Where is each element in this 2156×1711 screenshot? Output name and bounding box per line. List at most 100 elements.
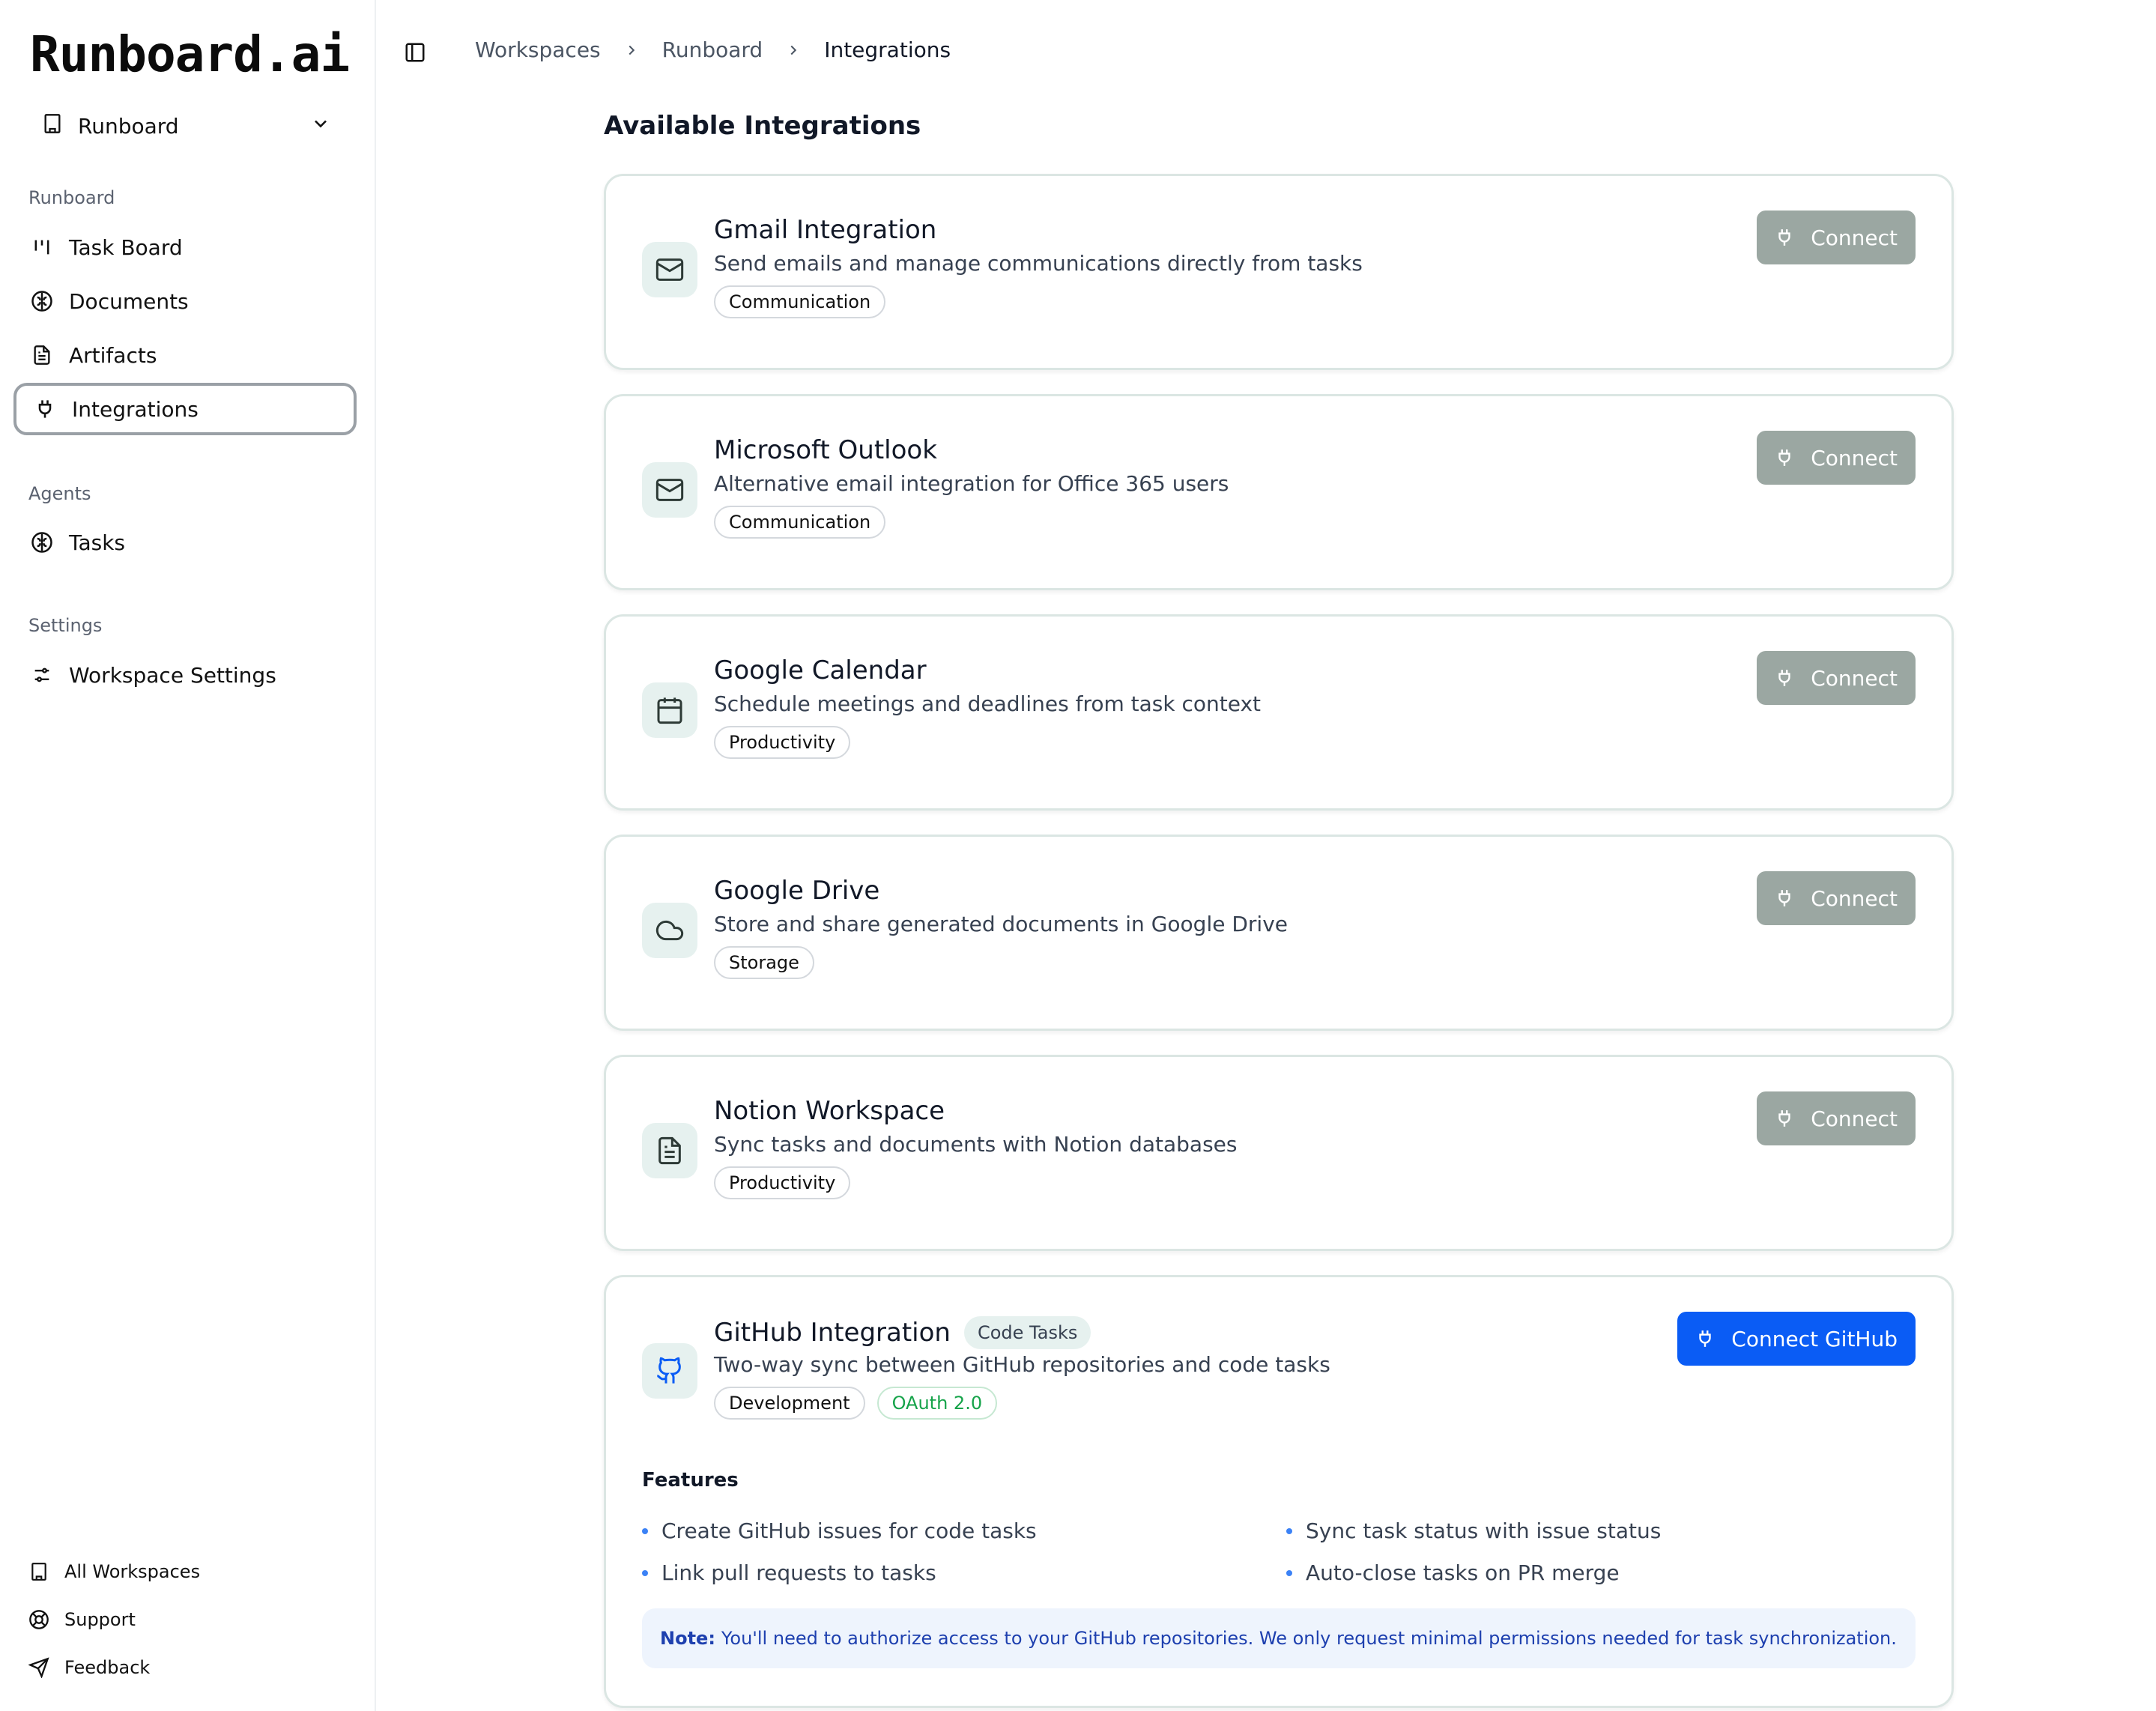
connect-button[interactable]: Connect (1757, 431, 1916, 485)
feature-item: Create GitHub issues for code tasks (642, 1518, 1037, 1543)
connect-button[interactable]: Connect (1757, 211, 1916, 264)
connect-button-label: Connect (1811, 885, 1898, 911)
integration-card-github: GitHub Integration Code Tasks Two-way sy… (604, 1275, 1954, 1708)
calendar-icon (642, 682, 697, 738)
sidebar-item-task-board[interactable]: Task Board (13, 221, 357, 273)
bullet-icon (1286, 1569, 1292, 1576)
breadcrumb: Workspaces Runboard Integrations (475, 37, 951, 62)
workspace-selector[interactable]: Runboard (27, 103, 339, 148)
integration-card-outlook: Microsoft Outlook Alternative email inte… (604, 394, 1954, 590)
section-label-settings: Settings (28, 615, 103, 636)
note-label: Note: (660, 1628, 715, 1649)
category-tag: Development (714, 1387, 865, 1420)
category-tag: Productivity (714, 726, 851, 759)
sidebar-item-workspace-settings[interactable]: Workspace Settings (13, 649, 357, 701)
kanban-icon (30, 235, 54, 259)
integration-title: Notion Workspace (714, 1096, 945, 1126)
category-tag: Productivity (714, 1166, 851, 1199)
footer-feedback[interactable]: Feedback (27, 1649, 150, 1686)
feature-text: Sync task status with issue status (1306, 1518, 1662, 1543)
sidebar-item-tasks[interactable]: Tasks (13, 516, 357, 569)
sidebar-toggle-button[interactable] (402, 39, 429, 66)
page-title: Available Integrations (604, 111, 921, 141)
connect-button[interactable]: Connect (1757, 871, 1916, 925)
connect-button[interactable]: Connect (1757, 651, 1916, 705)
footer-item-label: Support (64, 1609, 136, 1630)
authorization-note: Note: You'll need to authorize access to… (642, 1608, 1916, 1668)
features-heading: Features (642, 1469, 739, 1492)
breadcrumb-workspaces[interactable]: Workspaces (475, 37, 601, 62)
connect-button[interactable]: Connect (1757, 1091, 1916, 1145)
sidebar-item-label: Task Board (69, 234, 183, 260)
section-label-agents: Agents (28, 483, 91, 504)
plug-icon (1775, 1109, 1794, 1128)
sidebar-item-label: Workspace Settings (69, 662, 276, 688)
workspace-selector-label: Runboard (78, 113, 179, 139)
building-icon (42, 112, 63, 140)
footer-item-label: All Workspaces (64, 1561, 201, 1582)
github-icon (642, 1343, 697, 1399)
sidebar-item-label: Tasks (69, 530, 126, 555)
bullet-icon (642, 1527, 648, 1534)
sliders-icon (30, 663, 54, 687)
category-tag: Communication (714, 285, 886, 318)
integration-description: Store and share generated documents in G… (714, 912, 1288, 936)
sidebar-item-label: Integrations (72, 396, 199, 422)
file-text-icon (30, 343, 54, 367)
connect-button-label: Connect (1811, 665, 1898, 691)
connect-button-label: Connect (1811, 225, 1898, 250)
code-tasks-badge: Code Tasks (963, 1316, 1091, 1349)
feature-text: Create GitHub issues for code tasks (661, 1518, 1037, 1543)
integration-description: Schedule meetings and deadlines from tas… (714, 691, 1262, 716)
sidebar-item-label: Artifacts (69, 342, 157, 368)
mail-icon (642, 462, 697, 518)
footer-item-label: Feedback (64, 1657, 151, 1678)
brain-icon (30, 289, 54, 313)
breadcrumb-runboard[interactable]: Runboard (662, 37, 763, 62)
feature-text: Auto-close tasks on PR merge (1306, 1560, 1620, 1585)
sidebar-item-artifacts[interactable]: Artifacts (13, 329, 357, 381)
integration-description: Alternative email integration for Office… (714, 471, 1229, 496)
bullet-icon (1286, 1527, 1292, 1534)
connect-button-label: Connect (1811, 1106, 1898, 1131)
feature-text: Link pull requests to tasks (661, 1560, 936, 1585)
sidebar-item-documents[interactable]: Documents (13, 275, 357, 327)
category-tag: Communication (714, 506, 886, 539)
chevron-right-icon (623, 42, 640, 58)
auth-tag: OAuth 2.0 (876, 1387, 998, 1420)
sidebar: Runboard.ai Runboard Runboard Task Board… (0, 0, 376, 1711)
sidebar-item-integrations[interactable]: Integrations (13, 383, 357, 435)
integration-card-gmail: Gmail Integration Send emails and manage… (604, 174, 1954, 370)
integration-description: Send emails and manage communications di… (714, 251, 1363, 276)
integration-title: Microsoft Outlook (714, 435, 937, 465)
file-text-icon (642, 1123, 697, 1178)
footer-all-workspaces[interactable]: All Workspaces (27, 1553, 200, 1590)
send-icon (27, 1656, 51, 1680)
connect-github-label: Connect GitHub (1731, 1326, 1898, 1351)
section-label-runboard: Runboard (28, 187, 115, 208)
note-text: You'll need to authorize access to your … (721, 1628, 1897, 1649)
plug-icon (1775, 668, 1794, 688)
plug-icon (1775, 448, 1794, 467)
footer-support[interactable]: Support (27, 1601, 136, 1638)
integration-title: Google Drive (714, 876, 880, 906)
chevron-right-icon (785, 42, 802, 58)
integration-description: Two-way sync between GitHub repositories… (714, 1352, 1330, 1377)
mail-icon (642, 242, 697, 297)
bullet-icon (642, 1569, 648, 1576)
integration-card-notion: Notion Workspace Sync tasks and document… (604, 1055, 1954, 1251)
plug-icon (33, 397, 57, 421)
connect-button-label: Connect (1811, 445, 1898, 470)
integration-title: Gmail Integration (714, 215, 937, 245)
plug-icon (1775, 228, 1794, 247)
integration-title: GitHub Integration (714, 1318, 951, 1348)
integration-card-google-calendar: Google Calendar Schedule meetings and de… (604, 614, 1954, 811)
panel-left-icon (405, 43, 425, 62)
cloud-icon (642, 903, 697, 958)
feature-item: Link pull requests to tasks (642, 1560, 936, 1585)
app-logo: Runboard.ai (30, 25, 350, 83)
lifebuoy-icon (27, 1608, 51, 1632)
chevron-down-icon (310, 113, 331, 139)
connect-github-button[interactable]: Connect GitHub (1677, 1312, 1916, 1366)
brain-icon (30, 530, 54, 554)
